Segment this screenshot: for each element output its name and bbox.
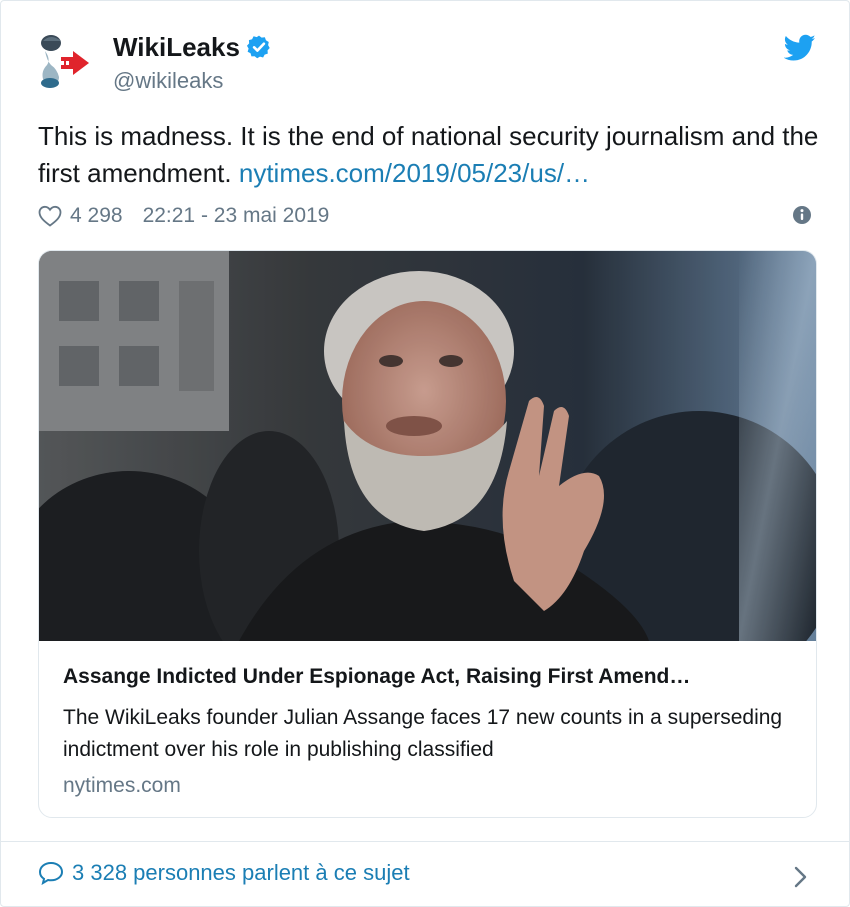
speech-bubble-icon xyxy=(38,861,64,885)
tweet-meta: 4 298 22:21 - 23 mai 2019 xyxy=(38,201,329,231)
author-name-text[interactable]: WikiLeaks xyxy=(113,31,240,63)
tweet-link[interactable]: nytimes.com/2019/05/23/us/… xyxy=(239,158,590,188)
link-preview-card[interactable]: Assange Indicted Under Espionage Act, Ra… xyxy=(38,250,817,818)
conversation-link[interactable]: 3 328 personnes parlent à ce sujet xyxy=(38,860,410,886)
card-photo[interactable] xyxy=(39,251,816,641)
twitter-bird-icon[interactable] xyxy=(784,34,816,62)
info-icon[interactable] xyxy=(792,205,812,225)
tweet-card: WikiLeaks @wikileaks This is madness. It… xyxy=(0,0,850,907)
card-title[interactable]: Assange Indicted Under Espionage Act, Ra… xyxy=(63,663,793,691)
heart-icon[interactable] xyxy=(38,205,62,227)
tweet-text: This is madness. It is the end of nation… xyxy=(38,118,828,192)
card-domain: nytimes.com xyxy=(63,774,181,797)
divider xyxy=(1,841,849,842)
verified-badge-icon xyxy=(246,35,270,59)
author-name[interactable]: WikiLeaks xyxy=(113,31,272,63)
chevron-right-icon[interactable] xyxy=(793,865,809,889)
author-handle[interactable]: @wikileaks xyxy=(113,67,223,95)
card-description: The WikiLeaks founder Julian Assange fac… xyxy=(63,706,783,761)
wikileaks-avatar-icon[interactable] xyxy=(35,31,99,93)
like-count[interactable]: 4 298 xyxy=(70,204,123,228)
conversation-text[interactable]: 3 328 personnes parlent à ce sujet xyxy=(72,860,410,886)
tweet-timestamp[interactable]: 22:21 - 23 mai 2019 xyxy=(143,204,330,228)
